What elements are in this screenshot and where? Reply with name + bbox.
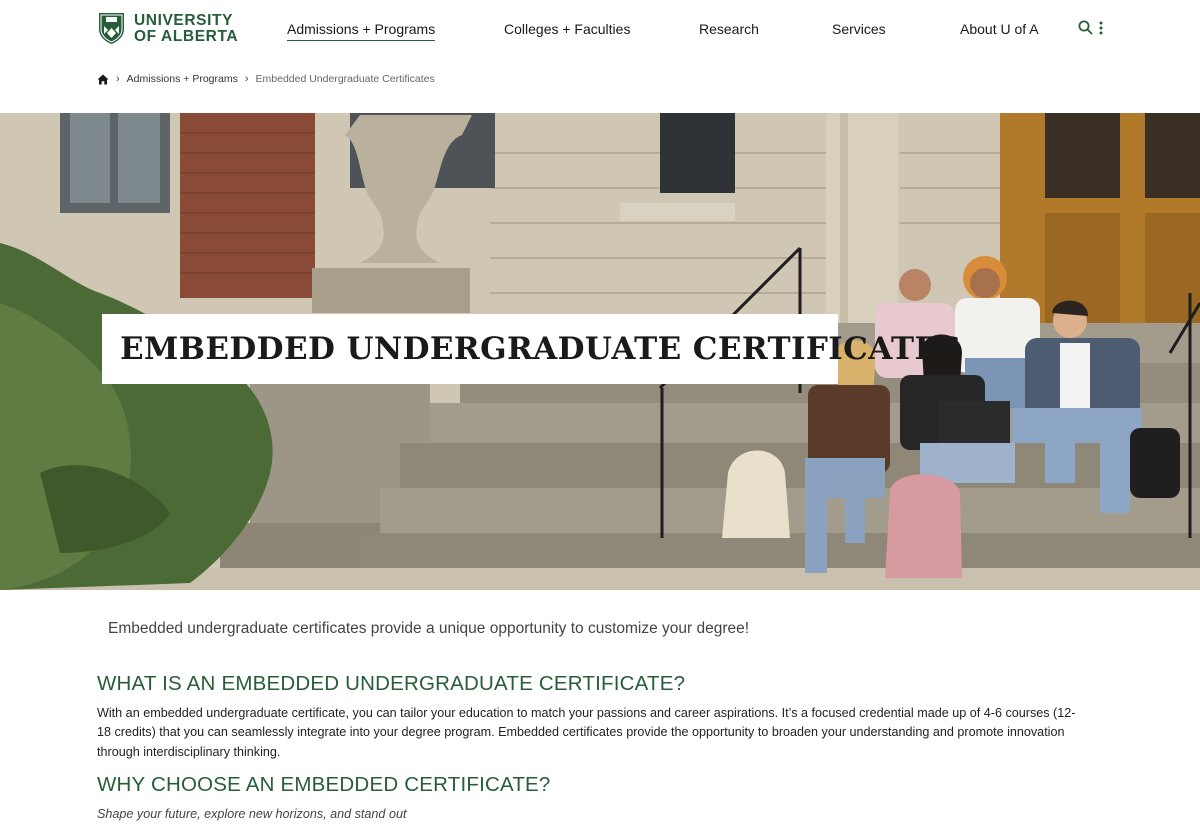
nav-services[interactable]: Services [832, 20, 886, 38]
section-heading-what-is: WHAT IS AN EMBEDDED UNDERGRADUATE CERTIF… [97, 672, 686, 695]
nav-admissions-programs[interactable]: Admissions + Programs [287, 20, 436, 41]
site-header: UNIVERSITY OF ALBERTA Admissions + Progr… [0, 0, 1200, 60]
nav-research[interactable]: Research [699, 20, 759, 38]
breadcrumb-current: Embedded Undergraduate Certificates [255, 73, 435, 85]
breadcrumb-admissions[interactable]: Admissions + Programs [127, 73, 238, 85]
search-icon[interactable] [1078, 20, 1093, 35]
chevron-right-icon: › [116, 73, 120, 85]
intro-text: Embedded undergraduate certificates prov… [108, 620, 750, 637]
hero-title-box: EMBEDDED UNDERGRADUATE CERTIFICATES [102, 314, 961, 384]
section-subtitle-why-choose: Shape your future, explore new horizons,… [97, 807, 407, 821]
page-title: EMBEDDED UNDERGRADUATE CERTIFICATES [120, 331, 962, 367]
nav-about[interactable]: About U of A [960, 20, 1039, 38]
breadcrumb: › Admissions + Programs › Embedded Under… [97, 73, 435, 85]
nav-colleges-faculties[interactable]: Colleges + Faculties [504, 20, 630, 38]
section-heading-why-choose: WHY CHOOSE AN EMBEDDED CERTIFICATE? [97, 773, 551, 796]
main-nav: Admissions + Programs Colleges + Faculti… [0, 20, 1200, 44]
section-body-what-is: With an embedded undergraduate certifica… [97, 706, 1076, 759]
more-vertical-icon[interactable] [1099, 21, 1103, 35]
chevron-right-icon: › [244, 73, 249, 85]
home-icon[interactable] [97, 74, 109, 85]
hero-banner: EMBEDDED UNDERGRADUATE CERTIFICATES [0, 113, 1200, 590]
